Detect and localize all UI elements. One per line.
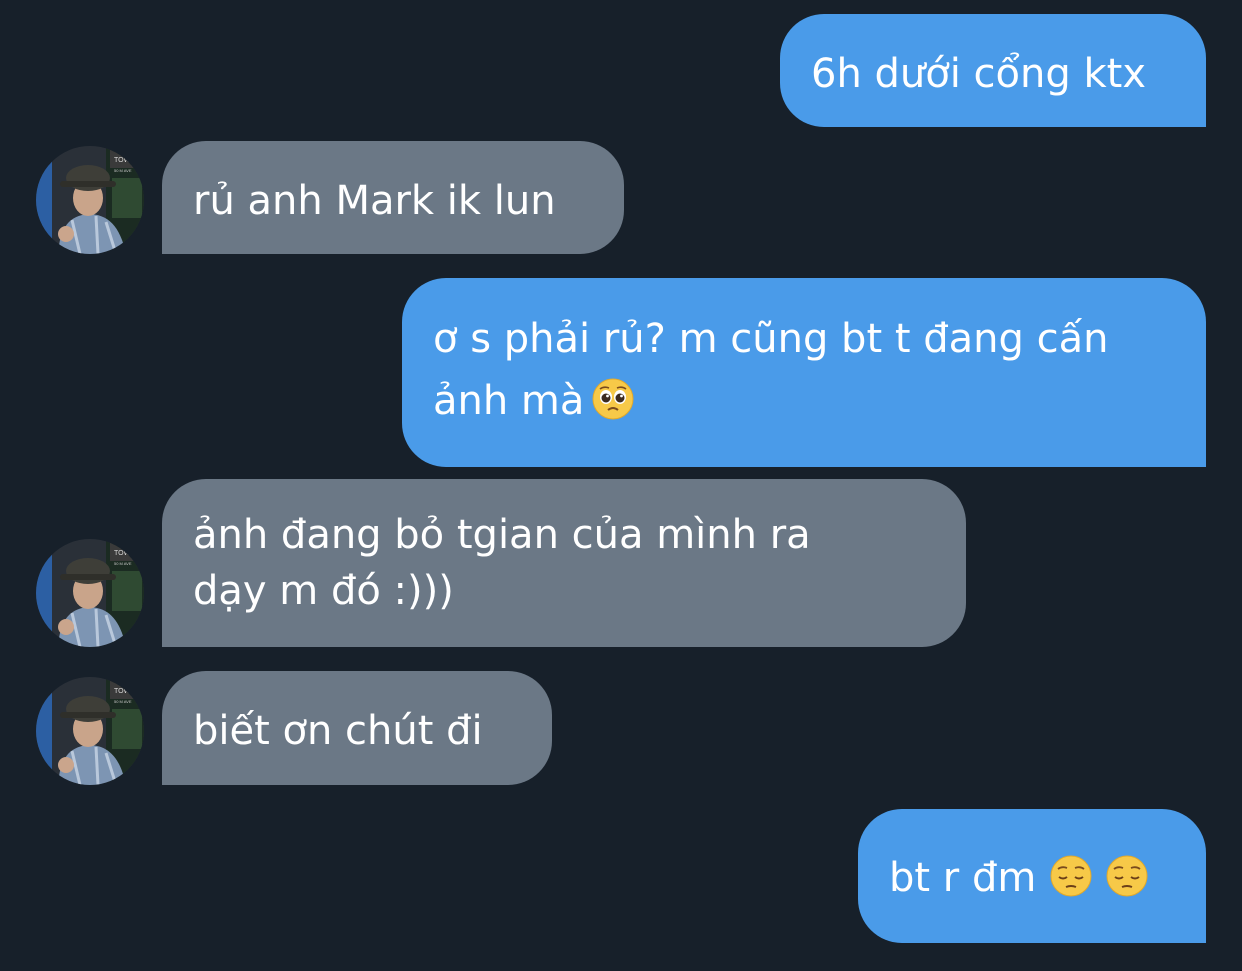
message-text-line: ơ s phải rủ? m cũng bt t đang cấn <box>433 316 1109 362</box>
pensive-face-icon <box>1050 855 1092 897</box>
message-text: 6h dưới cổng ktx <box>811 51 1146 97</box>
message-text: rủ anh Mark ik lun <box>193 178 556 224</box>
message-bubble-incoming[interactable]: ảnh đang bỏ tgian của mình ra dạy m đó :… <box>162 479 966 647</box>
avatar[interactable] <box>36 146 144 254</box>
message-text: bt r đm <box>889 855 1037 901</box>
message-bubble-incoming[interactable]: rủ anh Mark ik lun <box>162 141 624 254</box>
message-bubble-outgoing[interactable]: bt r đm <box>858 809 1206 943</box>
message-text-line: ảnh mà <box>433 370 1206 432</box>
message-text-line: dạy m đó :))) <box>193 568 454 614</box>
avatar[interactable] <box>36 677 144 785</box>
message-bubble-outgoing[interactable]: 6h dưới cổng ktx <box>780 14 1206 127</box>
pensive-face-icon <box>1106 855 1148 897</box>
avatar[interactable] <box>36 539 144 647</box>
message-text: biết ơn chút đi <box>193 708 483 754</box>
message-bubble-outgoing[interactable]: ơ s phải rủ? m cũng bt t đang cấn ảnh mà <box>402 278 1206 467</box>
message-bubble-incoming[interactable]: biết ơn chút đi <box>162 671 552 785</box>
pleading-face-icon <box>592 378 634 420</box>
message-text-line: ảnh đang bỏ tgian của mình ra <box>193 512 811 558</box>
